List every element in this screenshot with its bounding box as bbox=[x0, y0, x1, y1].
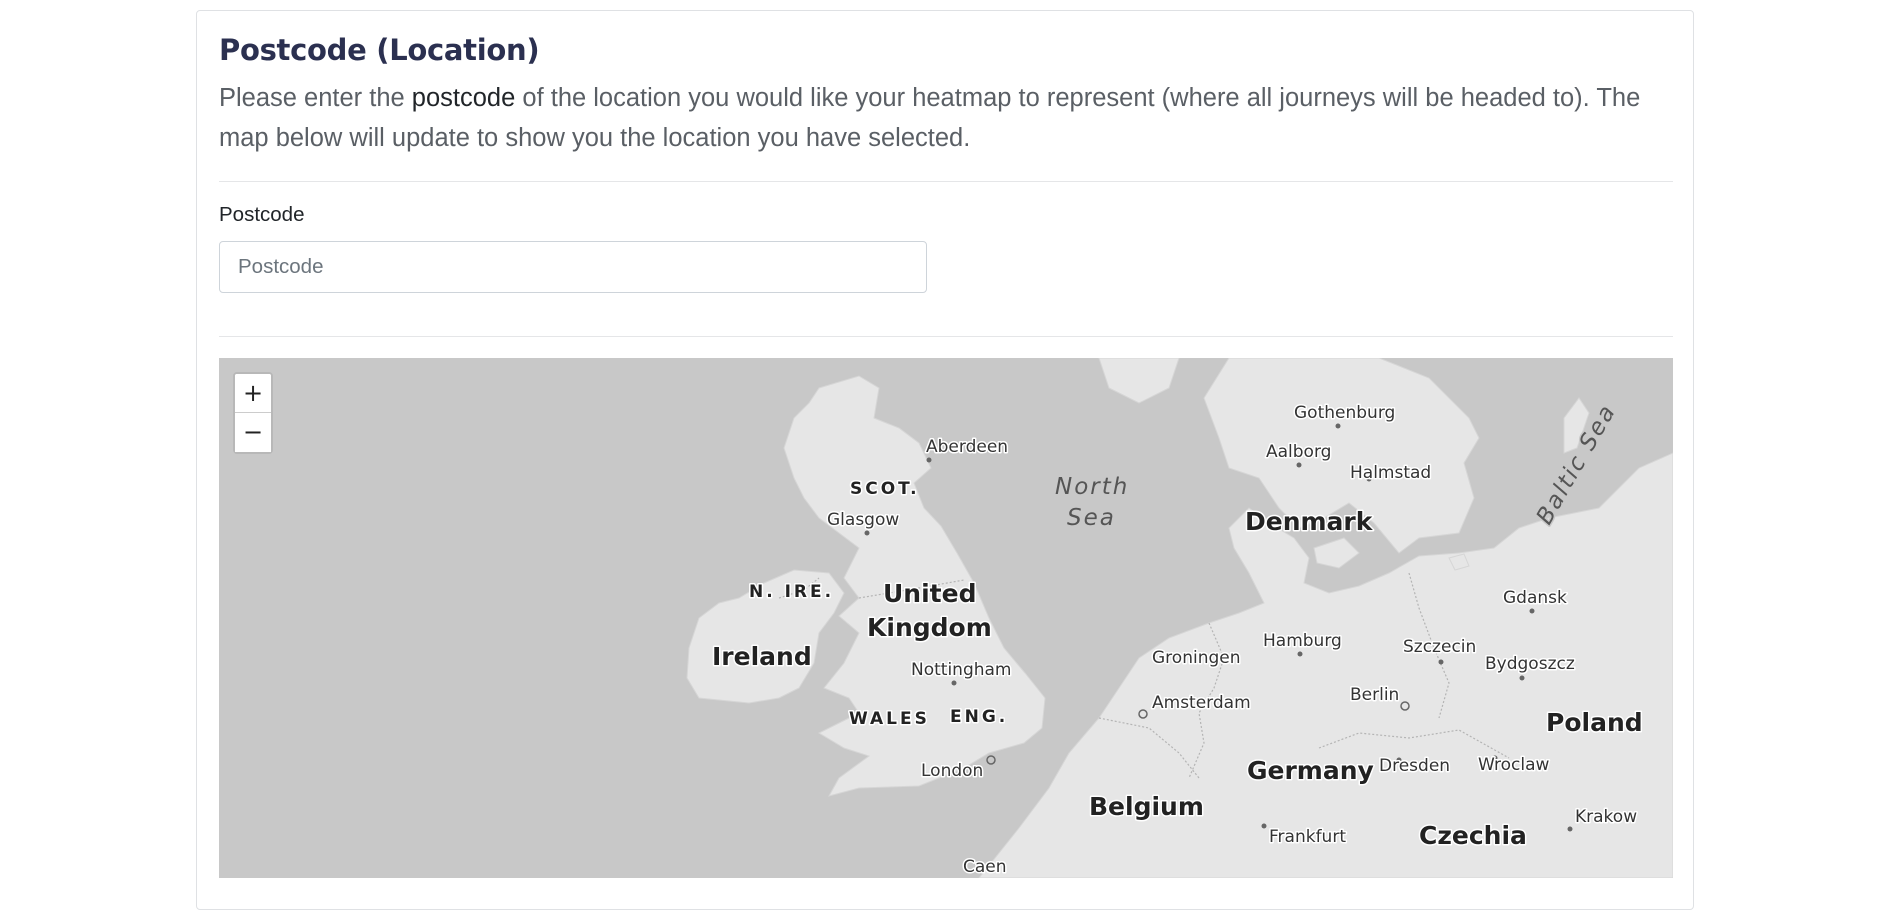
city-dot bbox=[1529, 608, 1535, 614]
map-label-gdansk: Gdansk bbox=[1503, 588, 1567, 608]
divider bbox=[219, 181, 1673, 182]
city-dot bbox=[864, 530, 870, 536]
map-label-gothenburg: Gothenburg bbox=[1294, 403, 1395, 423]
location-map[interactable]: Aberdeen SCOT. Glasgow N. IRE. United Ki… bbox=[219, 358, 1673, 878]
map-label-london: London bbox=[921, 761, 983, 781]
description-emphasis: postcode bbox=[411, 84, 516, 112]
map-label-glasgow: Glasgow bbox=[827, 510, 899, 530]
map-label-germany: Germany bbox=[1247, 756, 1374, 785]
map-label-nire: N. IRE. bbox=[749, 582, 834, 602]
postcode-label: Postcode bbox=[219, 203, 305, 226]
zoom-control: + − bbox=[233, 372, 273, 454]
map-label-scot: SCOT. bbox=[850, 479, 920, 499]
map-label-berlin: Berlin bbox=[1350, 685, 1399, 705]
map-label-poland: Poland bbox=[1546, 708, 1643, 737]
map-label-szczecin: Szczecin bbox=[1403, 637, 1476, 657]
map-tiles: Aberdeen SCOT. Glasgow N. IRE. United Ki… bbox=[686, 358, 1673, 878]
map-label-czechia: Czechia bbox=[1419, 821, 1527, 850]
map-label-sea: Sea bbox=[1067, 505, 1116, 531]
map-label-amsterdam: Amsterdam bbox=[1152, 693, 1251, 713]
map-label-ireland: Ireland bbox=[712, 642, 812, 671]
zoom-out-button[interactable]: − bbox=[235, 413, 271, 452]
map-label-wroclaw: Wroclaw bbox=[1478, 755, 1550, 775]
city-dot bbox=[951, 680, 957, 686]
map-label-united: United bbox=[883, 579, 976, 608]
description-text-start: Please enter the bbox=[219, 84, 412, 112]
divider bbox=[219, 336, 1673, 337]
zoom-in-button[interactable]: + bbox=[235, 374, 271, 413]
map-label-frankfurt: Frankfurt bbox=[1269, 827, 1346, 847]
map-label-aalborg: Aalborg bbox=[1266, 442, 1331, 462]
map-label-kingdom: Kingdom bbox=[867, 613, 992, 642]
city-dot bbox=[1438, 659, 1444, 665]
norway-landmass bbox=[1098, 358, 1180, 404]
map-label-belgium: Belgium bbox=[1089, 792, 1204, 821]
map-label-krakow: Krakow bbox=[1575, 807, 1637, 827]
map-label-groningen: Groningen bbox=[1152, 648, 1241, 668]
city-dot bbox=[1567, 826, 1573, 832]
map-label-bydgoszcz: Bydgoszcz bbox=[1485, 654, 1575, 674]
map-label-denmark: Denmark bbox=[1245, 507, 1374, 536]
map-label-aberdeen: Aberdeen bbox=[926, 437, 1008, 457]
map-label-eng: ENG. bbox=[950, 707, 1008, 727]
map-label-wales: WALES bbox=[849, 709, 930, 729]
city-dot bbox=[1296, 462, 1302, 468]
postcode-card: Postcode (Location) Please enter the pos… bbox=[196, 10, 1694, 910]
map-label-north: North bbox=[1055, 474, 1129, 500]
section-description: Please enter the postcode of the locatio… bbox=[219, 78, 1679, 158]
city-dot bbox=[1335, 423, 1341, 429]
city-dot bbox=[1297, 651, 1303, 657]
map-label-hamburg: Hamburg bbox=[1263, 631, 1342, 651]
city-dot bbox=[1261, 823, 1267, 829]
section-title: Postcode (Location) bbox=[219, 33, 540, 67]
postcode-input[interactable] bbox=[219, 241, 927, 293]
map-label-nottingham: Nottingham bbox=[911, 660, 1012, 680]
city-dot bbox=[926, 457, 932, 463]
map-label-caen: Caen bbox=[963, 857, 1007, 877]
capital-marker bbox=[986, 755, 996, 765]
map-label-dresden: Dresden bbox=[1379, 756, 1450, 776]
city-dot bbox=[1519, 675, 1525, 681]
danish-islands bbox=[1313, 537, 1360, 569]
map-label-halmstad: Halmstad bbox=[1350, 463, 1431, 483]
